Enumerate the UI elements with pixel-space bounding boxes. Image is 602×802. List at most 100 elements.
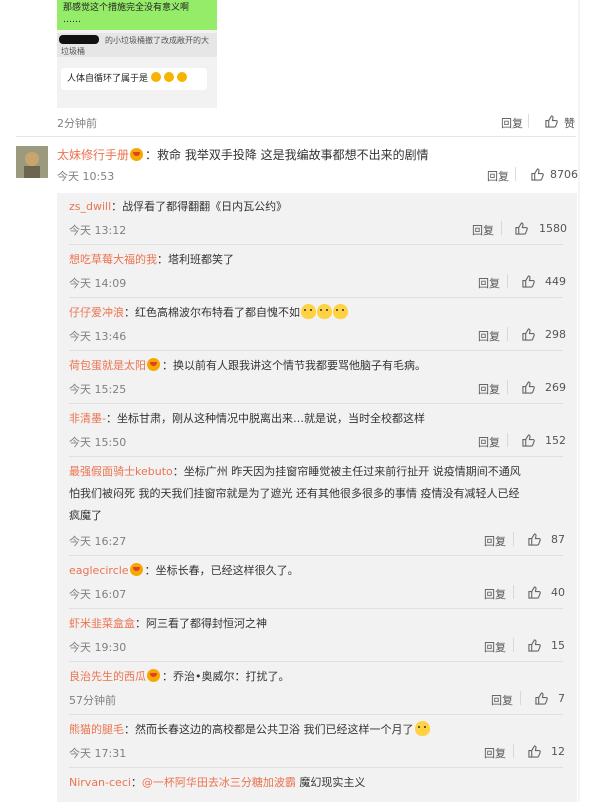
thumbs-up-icon[interactable]: [535, 692, 548, 705]
reply-author[interactable]: 非清墨-: [69, 412, 106, 425]
thumbs-up-icon[interactable]: [545, 115, 558, 128]
reply-author[interactable]: 荷包蛋就是太阳: [69, 359, 146, 372]
reply-text: ：换以前有人跟我讲这个情节我都要骂他脑子有毛病。: [162, 359, 426, 372]
chat-line: 那感觉这个措施完全没有意义啊: [63, 3, 190, 13]
divider: [69, 350, 563, 351]
divider: [69, 714, 563, 715]
chat-screenshot-image[interactable]: 那感觉这个措施完全没有意义啊 …… 的小垃圾桶撤了改成敞开的大垃圾桶 人体自循环…: [57, 0, 217, 108]
comment-time: 今天 10:53: [57, 170, 115, 183]
laugh-emoji-icon: [163, 72, 174, 82]
reply-button[interactable]: 回复: [472, 222, 494, 238]
divider: [69, 608, 563, 609]
action-divider: [501, 221, 502, 235]
commenter-name[interactable]: 太妹修行手册: [57, 148, 129, 162]
reply-text: ：然而长春这边的高校都是公共卫浴 我们已经这样一个月了: [124, 723, 414, 736]
reply-author[interactable]: 良治先生的西瓜: [69, 670, 146, 683]
post-time: 2分钟前: [57, 117, 97, 130]
reply-author[interactable]: 虾米韭菜盒盒: [69, 617, 135, 630]
divider: [69, 555, 563, 556]
like-count: 12: [551, 745, 565, 758]
reply-author[interactable]: 仔仔爱冲浪: [69, 306, 124, 319]
action-divider: [507, 327, 508, 341]
reply-author[interactable]: Nirvan-ceci: [69, 776, 131, 789]
chat-bubble-white: 人体自循环了属于是: [61, 68, 207, 90]
reply-time: 57分钟前: [69, 694, 116, 707]
reply-author[interactable]: 最强假面骑士kebuto: [69, 465, 173, 478]
mention-link[interactable]: @一杯阿华田去冰三分糖加波霸: [142, 776, 296, 789]
thumbs-up-icon[interactable]: [522, 381, 535, 394]
reply-time: 今天 16:07: [69, 588, 127, 601]
thumbs-up-icon[interactable]: [528, 533, 541, 546]
action-divider: [507, 274, 508, 288]
thumbs-up-icon[interactable]: [522, 434, 535, 447]
action-divider: [513, 744, 514, 758]
action-divider: [520, 691, 521, 705]
action-divider: [515, 167, 516, 181]
reply-time: 今天 16:27: [69, 535, 127, 548]
reply-text: ：战俘看了都得翻翻《日内瓦公约》: [111, 200, 288, 213]
reply-item: eaglecircle ：坐标长春，已经这样很久了。: [69, 560, 299, 582]
reply-text: ：乔治•奥威尔：打扰了。: [162, 670, 290, 683]
reply-button[interactable]: 回复: [484, 533, 506, 549]
divider: [16, 136, 576, 137]
page-margin: [580, 0, 602, 802]
cat-emoji-icon: [317, 304, 332, 319]
divider: [69, 297, 563, 298]
like-count: 1580: [539, 222, 567, 235]
reply-item: 虾米韭菜盒盒：阿三看了都得封恒河之神: [69, 613, 267, 635]
reply-item: zs_dwill：战俘看了都得翻翻《日内瓦公约》: [69, 196, 287, 218]
thumbs-up-icon[interactable]: [528, 639, 541, 652]
action-divider: [513, 585, 514, 599]
reply-button[interactable]: 回复: [484, 745, 506, 761]
reply-text-line: 怕我们被闷死 我的天我们挂窗帘就是为了遮光 还有其他很多很多的事情 疫情没有减轻…: [69, 487, 520, 500]
reply-item: 良治先生的西瓜 ：乔治•奥威尔：打扰了。: [69, 666, 290, 688]
chat-white-text: 人体自循环了属于是: [67, 74, 149, 84]
reply-button[interactable]: 回复: [501, 115, 523, 131]
reply-button[interactable]: 回复: [484, 586, 506, 602]
reply-button[interactable]: 回复: [491, 692, 513, 708]
thumbs-up-icon[interactable]: [522, 275, 535, 288]
reply-author[interactable]: zs_dwill: [69, 200, 111, 213]
like-count: 8706: [550, 168, 578, 181]
reply-text: ：塔利班都笑了: [157, 253, 234, 266]
avatar[interactable]: [16, 146, 48, 178]
reply-time: 今天 14:09: [69, 277, 127, 290]
reply-author[interactable]: eaglecircle: [69, 564, 129, 577]
reply-time: 今天 13:46: [69, 330, 127, 343]
laugh-emoji-icon: [150, 72, 161, 82]
vip-badge-icon: [129, 563, 143, 576]
comment-text: ：救命 我举双手投降 这是我编故事都想不出来的剧情: [145, 148, 429, 162]
like-count: 7: [558, 692, 565, 705]
reply-text: ：坐标甘肃，刚从这种情况中脱离出来…就是说，当时全校都这样: [105, 412, 425, 425]
like-count: 152: [545, 434, 566, 447]
reply-button[interactable]: 回复: [484, 639, 506, 655]
vip-badge-icon: [147, 669, 160, 682]
chat-line-ellipsis: ……: [63, 15, 81, 25]
thumbs-up-icon[interactable]: [528, 586, 541, 599]
thumbs-up-icon[interactable]: [522, 328, 535, 341]
thumbs-up-icon[interactable]: [528, 745, 541, 758]
divider: [69, 661, 563, 662]
reply-button[interactable]: 回复: [487, 168, 509, 184]
main-comment: 太妹修行手册 ：救命 我举双手投降 这是我编故事都想不出来的剧情: [57, 146, 429, 163]
action-divider: [513, 532, 514, 546]
thumbs-up-icon[interactable]: [531, 168, 544, 181]
reply-button[interactable]: 回复: [478, 434, 500, 450]
reply-author[interactable]: 想吃草莓大福的我: [69, 253, 157, 266]
reply-time: 今天 15:25: [69, 383, 127, 396]
divider: [69, 244, 563, 245]
cat-emoji-icon: [414, 721, 430, 736]
thumbs-up-icon[interactable]: [515, 222, 528, 235]
like-button[interactable]: 赞: [564, 115, 575, 131]
divider: [69, 456, 563, 457]
chat-bubble-green: 那感觉这个措施完全没有意义啊 ……: [57, 0, 217, 30]
like-count: 449: [545, 275, 566, 288]
reply-button[interactable]: 回复: [478, 381, 500, 397]
laugh-emoji-icon: [176, 72, 187, 82]
reply-button[interactable]: 回复: [478, 328, 500, 344]
reply-text: ：坐标广州 昨天因为挂窗帘睡觉被主任过来前行扯开 说疫情期间不通风: [172, 465, 521, 478]
reply-text: ：坐标长春，已经这样很久了。: [144, 564, 299, 577]
reply-item: 荷包蛋就是太阳 ：换以前有人跟我讲这个情节我都要骂他脑子有毛病。: [69, 355, 426, 377]
reply-author[interactable]: 熊猫的腿毛: [69, 723, 124, 736]
reply-button[interactable]: 回复: [478, 275, 500, 291]
